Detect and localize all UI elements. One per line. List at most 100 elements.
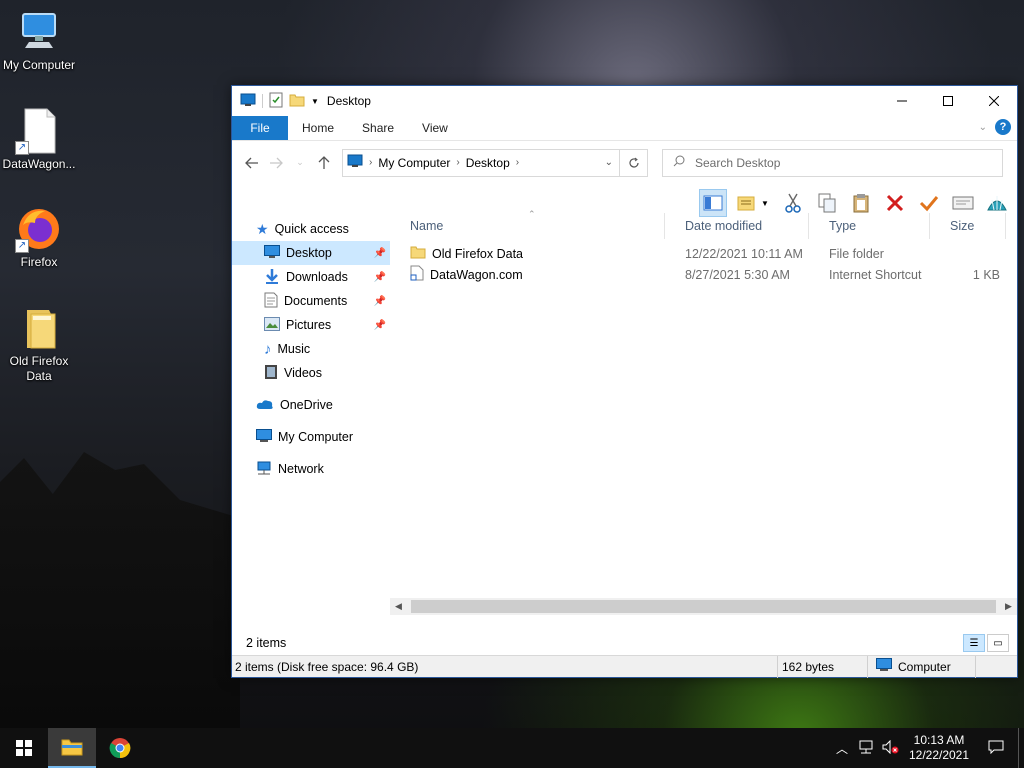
refresh-button[interactable] [620,148,648,177]
status-bar: 2 items (Disk free space: 96.4 GB) 162 b… [232,655,1017,678]
desktop-icon-datawagon[interactable]: ↗ DataWagon... [0,107,78,172]
scroll-left-icon[interactable]: ◀ [390,601,407,612]
column-header-size[interactable]: Size [930,213,1006,239]
ribbon-tabs: File Home Share View ⌄ ? [232,116,1017,140]
desktop-icon-my-computer[interactable]: My Computer [0,8,78,73]
shortcut-arrow-icon: ↗ [15,141,29,155]
tab-share[interactable]: Share [348,116,408,140]
up-button[interactable] [312,151,336,175]
nav-downloads[interactable]: Downloads 📌 [232,265,390,289]
navigation-pane: ★ Quick access Desktop 📌 Downloads 📌 Doc… [232,213,390,615]
location-status: Computer [868,655,976,678]
expand-ribbon-icon[interactable]: ⌄ [979,122,987,133]
horizontal-scrollbar[interactable]: ◀ ▶ [390,598,1017,615]
nav-label: OneDrive [280,398,333,412]
address-bar[interactable]: › My Computer › Desktop › ⌄ [342,148,620,177]
desktop-icon-firefox[interactable]: ↗ Firefox [0,205,78,270]
back-button[interactable] [240,151,264,175]
pin-icon[interactable]: 📌 [374,272,386,283]
breadcrumb-desktop[interactable]: Desktop [466,156,510,170]
folder-icon [61,739,83,756]
file-name-cell: Old Firefox Data [390,245,665,262]
documents-icon [264,292,278,311]
nav-desktop[interactable]: Desktop 📌 [232,241,390,265]
search-box[interactable]: Search Desktop [662,148,1003,177]
nav-label: Quick access [274,222,349,236]
clock[interactable]: 10:13 AM 12/22/2021 [904,733,974,763]
search-icon [673,155,685,170]
column-header-name[interactable]: Name ⌃ [390,209,665,239]
address-computer-icon [347,154,363,171]
pin-icon[interactable]: 📌 [374,248,386,259]
title-bar[interactable]: ▼ Desktop [232,86,1017,116]
file-explorer-window: ▼ Desktop File Home Share View ⌄ ? ⌄ › M… [231,85,1018,678]
nav-videos[interactable]: Videos [232,361,390,385]
forward-button[interactable] [264,151,288,175]
pin-icon[interactable]: 📌 [374,296,386,307]
windows-icon [16,740,32,756]
taskbar-file-explorer[interactable] [48,728,96,768]
file-date: 8/27/2021 5:30 AM [685,267,790,282]
desktop-icon-old-firefox-data[interactable]: Old Firefox Data [0,304,78,384]
column-header-type[interactable]: Type [809,213,930,239]
nav-onedrive[interactable]: OneDrive [232,393,390,417]
file-row[interactable]: DataWagon.com 8/27/2021 5:30 AM Internet… [390,264,1017,285]
properties-icon[interactable] [269,92,283,111]
nav-music[interactable]: ♪ Music [232,337,390,361]
show-hidden-icons-icon[interactable]: ︿ [830,740,854,757]
tab-file[interactable]: File [232,116,288,140]
file-row[interactable]: Old Firefox Data 12/22/2021 10:11 AM Fil… [390,243,1017,264]
star-icon: ★ [256,220,269,237]
pictures-icon [264,316,280,334]
shortcut-arrow-icon: ↗ [15,239,29,253]
show-desktop-button[interactable] [1018,728,1024,768]
scrollbar-thumb[interactable] [411,600,996,613]
volume-muted-icon[interactable] [878,739,904,757]
column-label: Date modified [685,219,763,233]
tab-home[interactable]: Home [288,116,348,140]
chevron-right-icon: › [456,157,460,168]
help-icon[interactable]: ? [995,119,1011,135]
window-computer-icon [240,93,256,110]
large-icons-view-icon[interactable]: ▭ [987,634,1009,652]
customize-toolbar-icon[interactable]: ▼ [311,97,319,106]
details-view-icon[interactable]: ☰ [963,634,985,652]
window-title: Desktop [326,94,371,108]
nav-quick-access[interactable]: ★ Quick access [232,217,390,241]
scroll-right-icon[interactable]: ▶ [1000,601,1017,612]
tab-view[interactable]: View [408,116,462,140]
notifications-icon[interactable] [974,740,1018,757]
nav-label: Desktop [286,246,332,260]
new-folder-icon[interactable] [289,93,305,110]
clock-time: 10:13 AM [913,733,965,747]
address-dropdown-icon[interactable]: ⌄ [605,157,613,168]
taskbar-chrome[interactable] [96,728,144,768]
nav-label: Pictures [286,318,332,332]
nav-documents[interactable]: Documents 📌 [232,289,390,313]
computer-icon [256,428,272,446]
nav-network[interactable]: Network [232,457,390,481]
selection-size-status: 162 bytes [778,655,868,678]
minimize-button[interactable] [879,86,925,116]
pin-icon[interactable]: 📌 [374,320,386,331]
folder-icon [410,245,426,262]
disk-space-status: 2 items (Disk free space: 96.4 GB) [232,655,778,678]
downloads-icon [264,268,280,287]
wallpaper-mountain [0,452,240,728]
recent-locations-button[interactable]: ⌄ [288,151,312,175]
nav-label: Music [277,342,311,356]
network-status-icon[interactable] [854,740,878,757]
close-button[interactable] [971,86,1017,116]
location-label: Computer [898,659,951,674]
maximize-button[interactable] [925,86,971,116]
start-button[interactable] [0,728,48,768]
file-type: File folder [829,246,884,261]
breadcrumb-my-computer[interactable]: My Computer [378,156,450,170]
file-name-cell: DataWagon.com [390,265,665,284]
nav-my-computer[interactable]: My Computer [232,425,390,449]
file-list: Name ⌃ Date modified Type Size Old Firef… [390,209,1017,615]
chevron-right-icon[interactable]: › [516,157,519,168]
nav-pictures[interactable]: Pictures 📌 [232,313,390,337]
column-header-date-modified[interactable]: Date modified [665,213,809,239]
network-icon [256,461,272,478]
